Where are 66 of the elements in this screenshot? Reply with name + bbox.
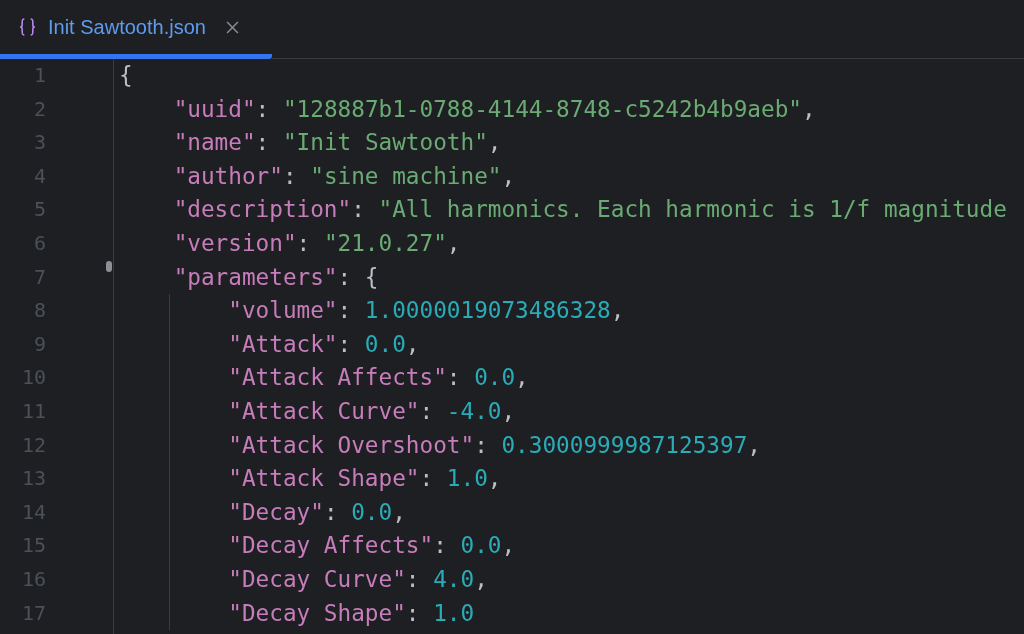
punctuation: :: [433, 532, 448, 559]
braces-icon: [19, 17, 36, 37]
number-value: 0.3000999987125397: [501, 431, 748, 458]
json-key: "version": [173, 229, 297, 256]
number-value: 0.0: [351, 498, 393, 525]
json-key: "uuid": [173, 95, 256, 122]
punctuation: ,: [610, 297, 625, 324]
tab-title: Init Sawtooth.json: [48, 15, 206, 39]
string-value: "Init Sawtooth": [282, 129, 488, 156]
punctuation: :: [255, 95, 271, 122]
punctuation: ,: [487, 465, 502, 492]
punctuation: :: [255, 129, 271, 156]
punctuation: :: [351, 196, 366, 223]
punctuation: ,: [801, 95, 816, 122]
number-value: -4.0: [446, 397, 502, 424]
json-key: "Attack Shape": [228, 465, 420, 492]
punctuation: ,: [747, 431, 761, 458]
json-key: "Decay Shape": [228, 599, 406, 626]
punctuation: ,: [501, 397, 516, 424]
punctuation: ,: [487, 129, 502, 156]
punctuation: :: [323, 498, 339, 525]
json-key: "description": [173, 196, 352, 223]
punctuation: ,: [501, 532, 516, 559]
json-key: "Decay": [228, 498, 324, 525]
punctuation: ,: [501, 162, 516, 189]
json-key: "name": [173, 129, 256, 156]
punctuation: :: [446, 364, 462, 391]
punctuation: ,: [515, 364, 529, 391]
punctuation: {: [119, 62, 133, 88]
number-value: 0.0: [364, 330, 406, 357]
string-value: "21.0.27": [323, 229, 447, 256]
string-value: "All harmonics. Each harmonic is 1/f magnitude: [378, 196, 1007, 223]
number-value: 0.0: [474, 364, 516, 391]
editor-tab[interactable]: Init Sawtooth.json: [0, 0, 272, 59]
punctuation: ,: [446, 229, 461, 256]
json-key: "Attack Overshoot": [228, 431, 475, 458]
number-value: 1.0000019073486328: [364, 297, 611, 324]
number-value: 1.0: [446, 465, 488, 492]
punctuation: :: [405, 565, 421, 592]
punctuation: :: [419, 465, 435, 492]
punctuation: :: [296, 229, 312, 256]
number-value: 4.0: [433, 565, 475, 592]
string-value: "sine machine": [310, 162, 502, 189]
punctuation: :: [405, 599, 421, 626]
gutter-marker: [106, 260, 112, 272]
json-key: "Decay Affects": [228, 532, 434, 559]
close-icon[interactable]: [225, 20, 239, 34]
json-key: "Attack Curve": [228, 397, 420, 424]
punctuation: :: [474, 431, 489, 458]
punctuation: :: [337, 330, 353, 357]
punctuation: ,: [392, 498, 406, 525]
json-key: "Decay Curve": [228, 565, 406, 592]
punctuation: :: [419, 397, 435, 424]
punctuation: : {: [337, 263, 379, 290]
punctuation: :: [282, 162, 298, 189]
punctuation: ,: [405, 330, 420, 357]
number-value: 0.0: [460, 532, 502, 559]
punctuation: :: [337, 297, 353, 324]
json-key: "Attack": [228, 330, 338, 357]
number-value: 1.0: [433, 599, 475, 626]
punctuation: ,: [474, 565, 488, 592]
json-key: "Attack Affects": [228, 364, 447, 391]
json-key: "parameters": [173, 263, 338, 290]
json-key: "volume": [228, 297, 338, 324]
string-value: "128887b1-0788-4144-8748-c5242b4b9aeb": [282, 95, 802, 122]
json-key: "author": [173, 162, 283, 189]
